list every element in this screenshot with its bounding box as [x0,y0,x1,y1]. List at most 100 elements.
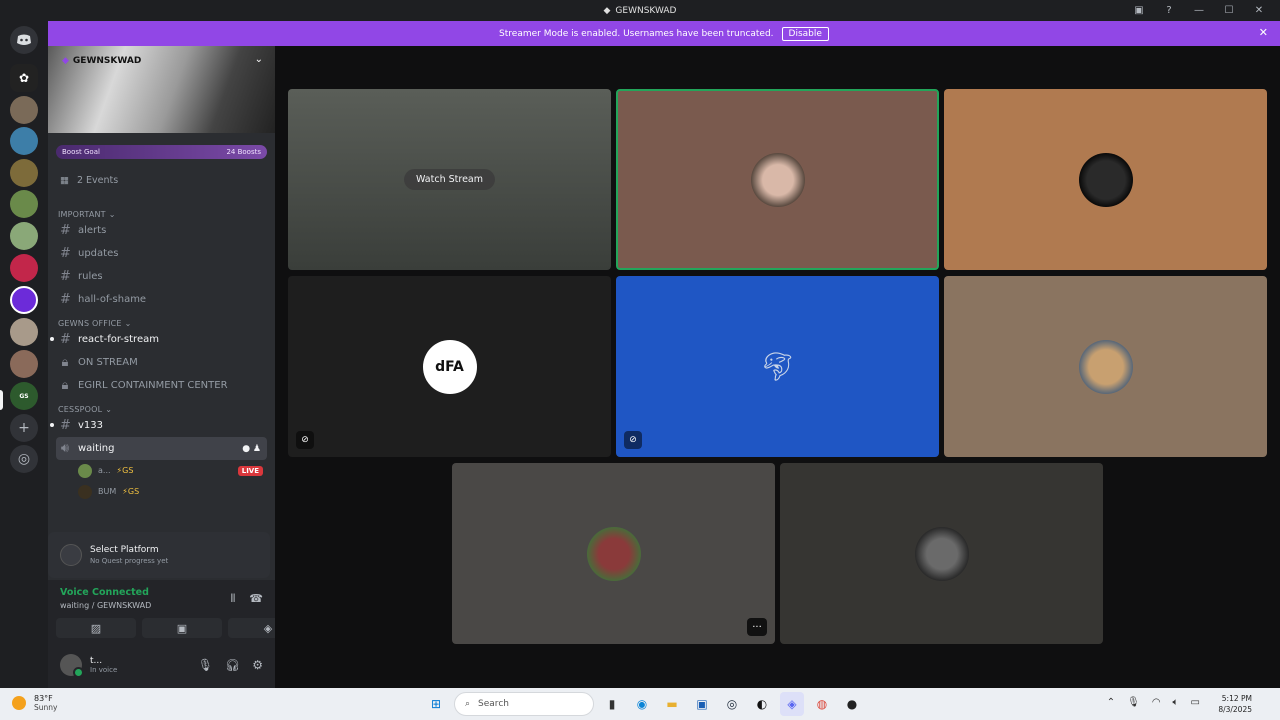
maximize-button[interactable]: ☐ [1214,2,1244,19]
add-server-icon[interactable]: + [10,414,38,442]
lock-icon: 🔒︎ [61,355,69,370]
weather-condition: Sunny [34,703,58,712]
window-title: GEWNSKWAD [615,5,677,16]
avatar: 🐬︎ [759,350,796,383]
participant-tile[interactable] [944,89,1267,270]
headphones-icon[interactable]: 🎧︎ [225,658,240,672]
clock[interactable]: 5:12 PM 8/3/2025 [1218,693,1252,715]
more-options-icon[interactable]: ··· [747,618,767,636]
avatar[interactable] [60,654,84,678]
voice-status[interactable]: Voice Connected [60,587,149,598]
participant-tile[interactable]: 🐬︎ ⊘ [616,276,939,457]
start-menu-icon[interactable]: ⊞ [424,692,448,716]
server-name[interactable]: ◆ GEWNSKWAD [62,56,141,66]
server-icon-gewnskwad[interactable]: GS [10,382,38,410]
server-icon-10[interactable] [10,350,38,378]
events-item[interactable]: ▦ 2 Events [60,175,275,186]
weather-widget[interactable]: 83°F Sunny [12,694,57,712]
discord-home-icon[interactable] [10,26,38,54]
settings-gear-icon[interactable]: ⚙ [252,658,263,672]
category-cesspool[interactable]: CESSPOOL ⌄ [58,405,275,414]
server-icon-4[interactable] [10,159,38,187]
channel-hall-of-shame[interactable]: # hall-of-shame [56,288,267,311]
taskbar-search[interactable]: ⌕ Search [454,692,594,716]
server-icon-2[interactable] [10,96,38,124]
server-icon-5[interactable] [10,190,38,218]
boost-count: 24 Boosts [226,148,261,156]
discover-icon[interactable]: ◎ [10,445,38,473]
events-label: 2 Events [76,175,119,186]
voice-channel-waiting[interactable]: 🔊︎ waiting ● ♟ [56,437,267,460]
quest-subtitle: No Quest progress yet [90,557,169,565]
server-icon-9[interactable] [10,318,38,346]
battery-icon[interactable]: ▭ [1191,697,1200,708]
chat-icon[interactable]: ● ♟ [242,444,261,454]
participant-tile[interactable]: dFA ⊘ [288,276,611,457]
server-list: ✿ GS + ◎ [0,21,48,688]
server-icon-7[interactable] [10,254,38,282]
microphone-icon[interactable]: 🎙︎ [198,658,213,672]
disconnect-icon[interactable]: ☎ [249,592,263,606]
channel-egirl-containment-center[interactable]: 🔒︎ EGIRL CONTAINMENT CENTER [56,374,267,397]
edge-icon[interactable]: ◉ [630,692,654,716]
inbox-icon[interactable]: ▣ [1124,2,1154,19]
server-icon-8[interactable] [10,286,38,314]
app-icon[interactable]: ● [840,692,864,716]
window-titlebar: ◆ GEWNSKWAD ▣ ? — ☐ ✕ [0,0,1280,21]
close-banner-icon[interactable]: ✕ [1259,26,1268,39]
watch-stream-button[interactable]: Watch Stream [404,169,495,190]
noise-suppression-icon[interactable]: ⫴ [231,592,236,606]
sun-icon [12,696,26,710]
participant-tile[interactable]: ··· [452,463,775,644]
disable-button[interactable]: Disable [781,26,829,41]
category-important[interactable]: IMPORTANT ⌄ [58,210,275,219]
steam-icon[interactable]: ◎ [720,692,744,716]
screen-share-button[interactable]: ▣ [142,618,222,638]
participant-tile[interactable] [944,276,1267,457]
chrome-icon[interactable]: ◍ [810,692,834,716]
search-icon: ⌕ [465,699,471,709]
minimize-button[interactable]: — [1184,2,1214,19]
app-icon[interactable]: ◐ [750,692,774,716]
banner-text: Streamer Mode is enabled. Usernames have… [499,28,774,39]
temperature: 83°F [34,694,53,703]
stream-tile[interactable]: Watch Stream [288,89,611,270]
voice-location[interactable]: waiting / GEWNSKWAD [60,601,151,610]
channel-rules[interactable]: # rules [56,265,267,288]
channel-alerts[interactable]: # alerts [56,219,267,242]
close-window-button[interactable]: ✕ [1244,2,1274,19]
camera-off-button[interactable]: ▨ [56,618,136,638]
voice-user[interactable]: a... ⚡GS LIVE [78,460,275,481]
channel-v133[interactable]: # v133 [50,414,267,437]
hash-icon: # [60,418,71,433]
chevron-down-icon[interactable]: ⌄ [255,54,263,65]
category-gewns-office[interactable]: GEWNS OFFICE ⌄ [58,319,275,328]
task-view-icon[interactable]: ▮ [600,692,624,716]
avatar [78,484,92,499]
server-icon-3[interactable] [10,127,38,155]
channel-updates[interactable]: # updates [56,242,267,265]
store-icon[interactable]: ▣ [690,692,714,716]
boost-goal-bar[interactable]: Boost Goal 24 Boosts [56,145,267,159]
channel-on-stream[interactable]: 🔒︎ ON STREAM [56,351,267,374]
participant-tile[interactable] [780,463,1103,644]
discord-taskbar-icon[interactable]: ◈ [780,692,804,716]
help-icon[interactable]: ? [1154,2,1184,19]
server-icon-1[interactable]: ✿ [10,64,38,92]
hash-icon: # [60,246,71,261]
boost-icon: ◆ [62,56,69,66]
file-explorer-icon[interactable]: ▬ [660,692,684,716]
chevron-up-icon[interactable]: ⌃ [1107,697,1115,708]
server-icon-6[interactable] [10,222,38,250]
voice-user[interactable]: BUM ⚡GS [78,481,275,502]
server-banner[interactable]: ◆ GEWNSKWAD ⌄ [48,46,275,133]
live-badge: LIVE [237,465,263,476]
hash-icon: # [60,269,71,284]
volume-icon[interactable]: 🔈︎ [1173,697,1179,708]
mic-icon[interactable]: 🎙︎ [1127,697,1140,708]
channel-react-for-stream[interactable]: # react-for-stream [50,328,267,351]
wifi-icon[interactable]: ◠ [1152,697,1161,708]
participant-tile[interactable] [616,89,939,270]
quest-card[interactable]: Select Platform No Quest progress yet [48,532,270,578]
account-status: In voice [90,666,118,674]
